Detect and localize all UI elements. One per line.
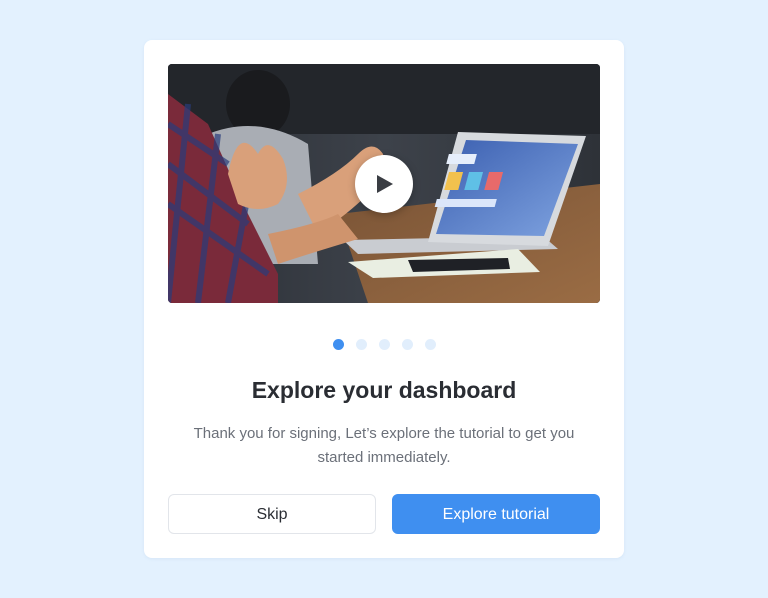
onboarding-card: Explore your dashboard Thank you for sig… — [144, 40, 624, 558]
play-button[interactable] — [355, 155, 413, 213]
explore-tutorial-button[interactable]: Explore tutorial — [392, 494, 600, 534]
pager-dot-4[interactable] — [401, 339, 413, 350]
pager-dot-1[interactable] — [332, 339, 344, 350]
carousel-pager — [144, 339, 624, 350]
card-title: Explore your dashboard — [251, 377, 517, 403]
skip-button[interactable]: Skip — [168, 494, 376, 534]
pager-dot-3[interactable] — [378, 339, 390, 350]
play-icon — [377, 175, 393, 193]
card-description: Thank you for signing, Let’s explore the… — [193, 425, 575, 466]
pager-dot-5[interactable] — [424, 339, 436, 350]
video-thumbnail[interactable] — [168, 64, 600, 303]
pager-dot-2[interactable] — [355, 339, 367, 350]
